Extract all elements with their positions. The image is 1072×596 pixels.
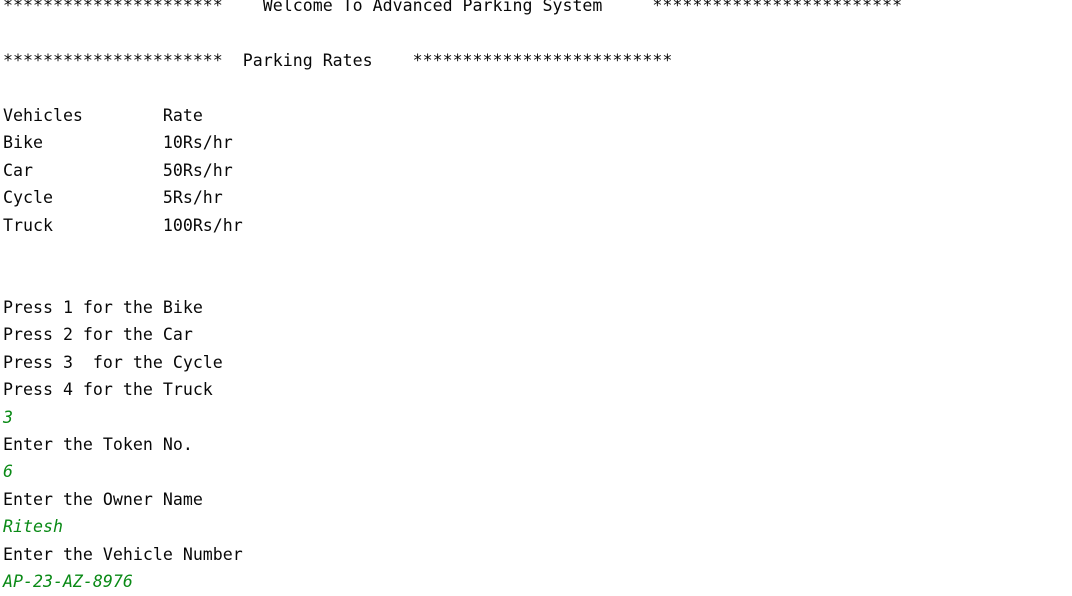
- console-output-line: Press 3 for the Cycle: [3, 352, 223, 372]
- console-output[interactable]: ********************** Welcome To Advanc…: [3, 0, 902, 596]
- console-user-input-line: 6: [3, 462, 13, 482]
- console-output-line: Truck 100Rs/hr: [3, 215, 243, 235]
- console-user-input-line: AP-23-AZ-8976: [3, 572, 133, 592]
- console-user-input-line: 3: [3, 407, 13, 427]
- console-output-line: Press 2 for the Car: [3, 325, 193, 345]
- console-output-line: Enter the Vehicle Number: [3, 544, 243, 564]
- console-output-line: Enter the Owner Name: [3, 489, 203, 509]
- console-output-line: Vehicles Rate: [3, 105, 203, 125]
- console-output-line: Press 1 for the Bike: [3, 297, 203, 317]
- console-output-line: Cycle 5Rs/hr: [3, 188, 223, 208]
- console-output-line: Press 4 for the Truck: [3, 380, 213, 400]
- console-output-line: ********************** Parking Rates ***…: [3, 50, 673, 70]
- console-output-line: Enter the Token No.: [3, 435, 193, 454]
- console-output-line: ********************** Welcome To Advanc…: [3, 0, 903, 15]
- console-output-line: Bike 10Rs/hr: [3, 133, 233, 153]
- console-output-line: Car 50Rs/hr: [3, 160, 233, 180]
- console-user-input-line: Ritesh: [3, 517, 63, 537]
